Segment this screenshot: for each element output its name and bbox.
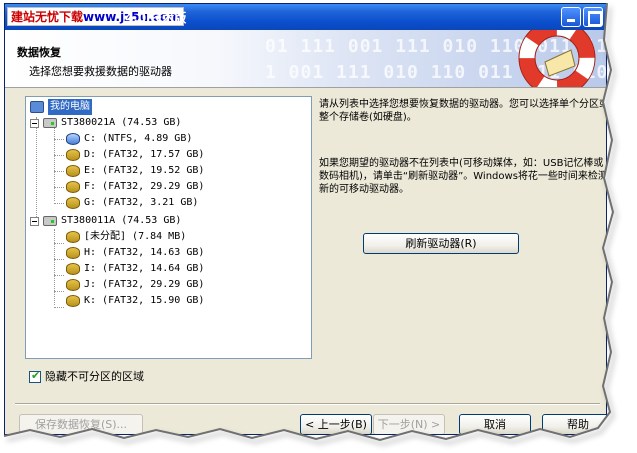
tree-item-volume[interactable]: I: (FAT32, 14.64 GB): [66, 261, 204, 277]
drive-tree[interactable]: 我的电脑 ST380021A (74.53 GB) C: (NTFS, 4.89…: [25, 96, 312, 359]
page-subtitle: 选择您想要救援数据的驱动器: [29, 65, 172, 78]
help-button[interactable]: 帮助: [542, 414, 606, 434]
volume-icon: [66, 295, 80, 307]
hard-drive-icon: [43, 216, 57, 226]
volume-icon: [66, 231, 80, 243]
tree-item-volume[interactable]: K: (FAT32, 15.90 GB): [66, 293, 204, 309]
volume-icon: [66, 247, 80, 259]
hide-unpartitioned-option[interactable]: 隐藏不可分区的区域: [29, 369, 144, 383]
tree-item-volume[interactable]: [未分配] (7.84 MB): [66, 229, 186, 245]
back-button[interactable]: < 上一步(B): [300, 414, 372, 434]
volume-icon: [66, 197, 80, 209]
volume-icon: [66, 133, 80, 145]
volume-icon: [66, 149, 80, 161]
save-recovery-button[interactable]: 保存数据恢复(S)...: [19, 414, 143, 434]
hard-drive-icon: [43, 118, 57, 128]
minimize-button[interactable]: [561, 7, 581, 27]
next-button[interactable]: 下一步(N) >: [373, 414, 445, 434]
tree-item-volume[interactable]: E: (FAT32, 19.52 GB): [66, 163, 204, 179]
window-title: 4.0 技术版: [125, 11, 187, 25]
hide-unpartitioned-checkbox[interactable]: [29, 369, 41, 383]
instructions-text: 请从列表中选择您想要恢复数据的驱动器。您可以选择单个分区或整个存储卷(如硬盘)。: [319, 99, 607, 123]
volume-icon: [66, 181, 80, 193]
tree-item-my-computer[interactable]: 我的电脑: [30, 99, 92, 115]
collapse-icon[interactable]: [30, 216, 39, 226]
title-bar[interactable]: 建站无忧下载www.jz5u.com 4.0 技术版: [5, 4, 606, 30]
volume-icon: [66, 263, 80, 275]
volume-icon: [66, 165, 80, 177]
tree-item-volume[interactable]: J: (FAT32, 29.29 GB): [66, 277, 204, 293]
footer-divider: [15, 403, 600, 405]
tree-item-volume[interactable]: C: (NTFS, 4.89 GB): [66, 131, 192, 147]
tree-item-volume[interactable]: G: (FAT32, 3.21 GB): [66, 195, 198, 211]
volume-icon: [66, 279, 80, 291]
tree-item-volume[interactable]: D: (FAT32, 17.57 GB): [66, 147, 204, 163]
wizard-header: 01 111 001 111 010 110 011 111 0 1 001 1…: [5, 30, 606, 88]
collapse-icon[interactable]: [30, 118, 39, 128]
computer-icon: [30, 101, 44, 113]
maximize-button[interactable]: [583, 7, 603, 27]
tree-item-volume[interactable]: H: (FAT32, 14.63 GB): [66, 245, 204, 261]
cancel-button[interactable]: 取消: [459, 414, 531, 434]
tree-item-disk[interactable]: ST380021A (74.53 GB): [30, 115, 181, 131]
page-title: 数据恢复: [17, 46, 61, 59]
removable-media-note: 如果您期望的驱动器不在列表中(可移动媒体，如：USB记忆棒或数码相机)，请单击“…: [319, 158, 607, 195]
refresh-drives-button[interactable]: 刷新驱动器(R): [363, 233, 519, 254]
tree-item-volume[interactable]: F: (FAT32, 29.29 GB): [66, 179, 204, 195]
hide-unpartitioned-label: 隐藏不可分区的区域: [45, 370, 144, 383]
lifebuoy-icon: [518, 30, 596, 87]
tree-item-disk[interactable]: ST380011A (74.53 GB): [30, 213, 181, 229]
app-window: 建站无忧下载www.jz5u.com 4.0 技术版 01 111 001 11…: [4, 3, 607, 435]
